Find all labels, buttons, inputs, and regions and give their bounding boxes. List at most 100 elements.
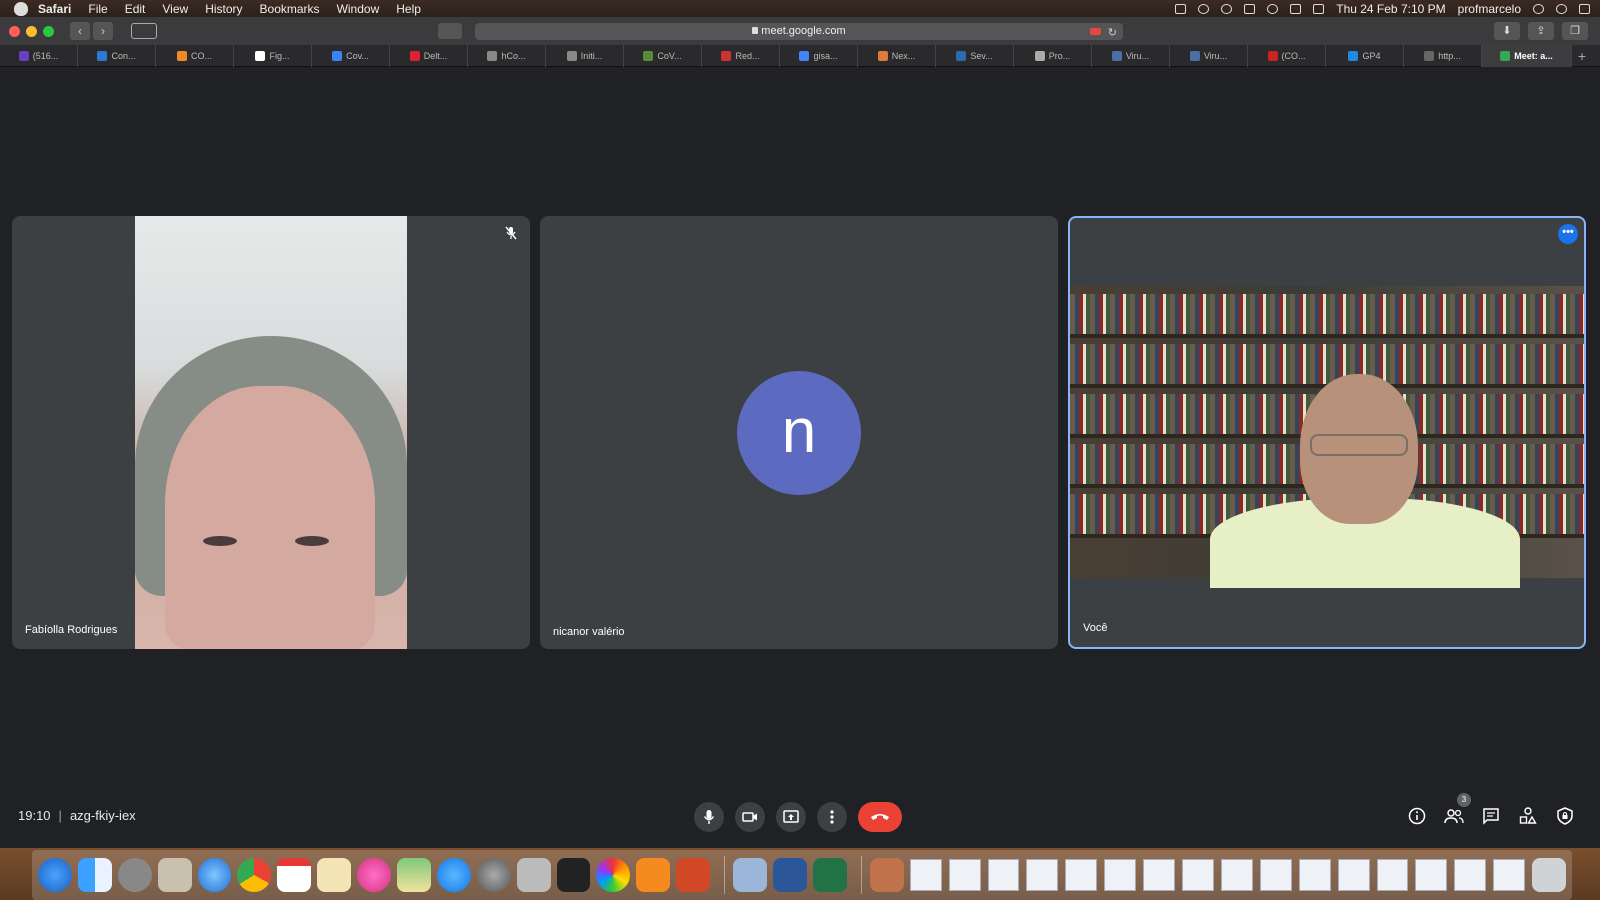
maps-dock-icon[interactable]	[397, 858, 431, 892]
browser-tab[interactable]: gisa...	[780, 45, 858, 67]
photo-dock-icon[interactable]	[869, 858, 904, 892]
camera-in-use-icon[interactable]	[1090, 28, 1101, 35]
browser-tab[interactable]: Delt...	[390, 45, 468, 67]
menu-bookmarks[interactable]: Bookmarks	[260, 2, 320, 16]
chat-button[interactable]	[1480, 805, 1502, 827]
document-dock-icon[interactable]	[1493, 859, 1526, 891]
menubar-clock[interactable]: Thu 24 Feb 7:10 PM	[1336, 2, 1445, 16]
safari-dock-icon[interactable]	[38, 858, 72, 892]
browser-tab[interactable]: Fig...	[234, 45, 312, 67]
app-store-dock-icon[interactable]	[436, 858, 471, 892]
spotlight-icon[interactable]	[1533, 3, 1544, 14]
document-dock-icon[interactable]	[1026, 859, 1059, 891]
meeting-details-button[interactable]	[1406, 805, 1428, 827]
browser-tab[interactable]: Initi...	[546, 45, 624, 67]
participant-tile[interactable]: n nicanor valério	[540, 216, 1058, 649]
keyboard-flag-icon[interactable]	[1313, 3, 1325, 14]
gmail-status-icon[interactable]	[1198, 3, 1210, 14]
document-dock-icon[interactable]	[1065, 859, 1098, 891]
microphone-button[interactable]	[694, 802, 724, 832]
close-window-button[interactable]	[9, 25, 20, 37]
text-edit-dock-icon[interactable]	[317, 858, 352, 892]
system-preferences-dock-icon[interactable]	[476, 858, 511, 892]
powerpoint-dock-icon[interactable]	[676, 858, 711, 892]
browser-tab[interactable]: Red...	[702, 45, 780, 67]
safari-alt-dock-icon[interactable]	[197, 858, 232, 892]
new-tab-button[interactable]: +	[1572, 45, 1592, 66]
menu-view[interactable]: View	[162, 2, 188, 16]
more-options-button[interactable]	[817, 802, 847, 832]
document-dock-icon[interactable]	[987, 859, 1020, 891]
music-dock-icon[interactable]	[357, 858, 392, 892]
bluetooth-icon[interactable]	[1244, 3, 1256, 14]
preview-dock-icon[interactable]	[733, 858, 768, 892]
browser-tab[interactable]: Nex...	[858, 45, 936, 67]
browser-tab[interactable]: Cov...	[312, 45, 390, 67]
color-wheel-dock-icon[interactable]	[596, 858, 631, 892]
notes-dock-icon[interactable]	[157, 858, 192, 892]
zoom-window-button[interactable]	[43, 25, 54, 37]
control-center-icon[interactable]	[1579, 3, 1590, 14]
document-dock-icon[interactable]	[1454, 859, 1487, 891]
browser-tab[interactable]: http...	[1404, 45, 1482, 67]
menu-help[interactable]: Help	[396, 2, 421, 16]
document-dock-icon[interactable]	[909, 859, 942, 891]
menu-file[interactable]: File	[88, 2, 107, 16]
utility-dock-icon[interactable]	[516, 858, 551, 892]
excel-dock-icon[interactable]	[812, 858, 847, 892]
camera-status-icon[interactable]	[1175, 3, 1187, 14]
browser-tab[interactable]: CoV...	[624, 45, 702, 67]
tab-overview-button[interactable]: ❐	[1562, 22, 1588, 40]
document-dock-icon[interactable]	[1259, 859, 1292, 891]
minimize-window-button[interactable]	[26, 25, 37, 37]
more-options-icon[interactable]: •••	[1558, 224, 1578, 244]
address-bar[interactable]: meet.google.com ↻	[475, 23, 1123, 40]
document-dock-icon[interactable]	[1415, 859, 1448, 891]
time-machine-icon[interactable]	[1221, 3, 1233, 14]
menu-app-name[interactable]: Safari	[38, 2, 71, 16]
document-dock-icon[interactable]	[1143, 859, 1176, 891]
browser-tab[interactable]: Sev...	[936, 45, 1014, 67]
forward-button[interactable]: ›	[93, 22, 113, 40]
launchpad-dock-icon[interactable]	[117, 858, 152, 892]
word-dock-icon[interactable]	[773, 858, 807, 892]
downloads-button[interactable]: ⬇	[1494, 22, 1520, 40]
document-dock-icon[interactable]	[1376, 859, 1409, 891]
menubar-user[interactable]: profmarcelo	[1458, 2, 1521, 16]
browser-tab[interactable]: Viru...	[1092, 45, 1170, 67]
self-view-tile[interactable]: ••• Você	[1068, 216, 1586, 649]
people-button[interactable]: 3	[1443, 793, 1471, 827]
leave-call-button[interactable]	[858, 802, 902, 832]
sidebar-toggle-icon[interactable]	[131, 23, 157, 39]
share-button[interactable]: ⇪	[1528, 22, 1554, 40]
browser-tab[interactable]: Meet: a...	[1482, 45, 1572, 67]
reload-icon[interactable]: ↻	[1108, 25, 1117, 42]
menu-history[interactable]: History	[205, 2, 242, 16]
host-controls-button[interactable]	[1554, 805, 1576, 827]
calendar-dock-icon[interactable]	[277, 858, 312, 892]
browser-tab[interactable]: Pro...	[1014, 45, 1092, 67]
browser-tab[interactable]: (CO...	[1248, 45, 1326, 67]
document-dock-icon[interactable]	[1182, 859, 1214, 891]
document-dock-icon[interactable]	[1220, 859, 1253, 891]
chrome-dock-icon[interactable]	[237, 858, 272, 892]
browser-tab[interactable]: hCo...	[468, 45, 546, 67]
privacy-shield-icon[interactable]	[438, 23, 462, 39]
browser-tab[interactable]: Con...	[78, 45, 156, 67]
activities-button[interactable]	[1517, 805, 1539, 827]
menu-window[interactable]: Window	[337, 2, 380, 16]
siri-icon[interactable]	[1556, 3, 1567, 14]
browser-tab[interactable]: Viru...	[1170, 45, 1248, 67]
present-screen-button[interactable]	[776, 802, 806, 832]
browser-tab[interactable]: (516...	[0, 45, 78, 67]
books-dock-icon[interactable]	[636, 858, 671, 892]
trash-dock-icon[interactable]	[1532, 858, 1567, 892]
participant-tile[interactable]: Fabíolla Rodrigues	[12, 216, 530, 649]
wifi-icon[interactable]	[1267, 3, 1279, 14]
browser-tab[interactable]: GP4	[1326, 45, 1404, 67]
browser-tab[interactable]: CO...	[156, 45, 234, 67]
back-button[interactable]: ‹	[70, 22, 90, 40]
menu-edit[interactable]: Edit	[125, 2, 146, 16]
apple-icon[interactable]	[14, 1, 28, 16]
airplay-icon[interactable]	[1290, 3, 1302, 14]
